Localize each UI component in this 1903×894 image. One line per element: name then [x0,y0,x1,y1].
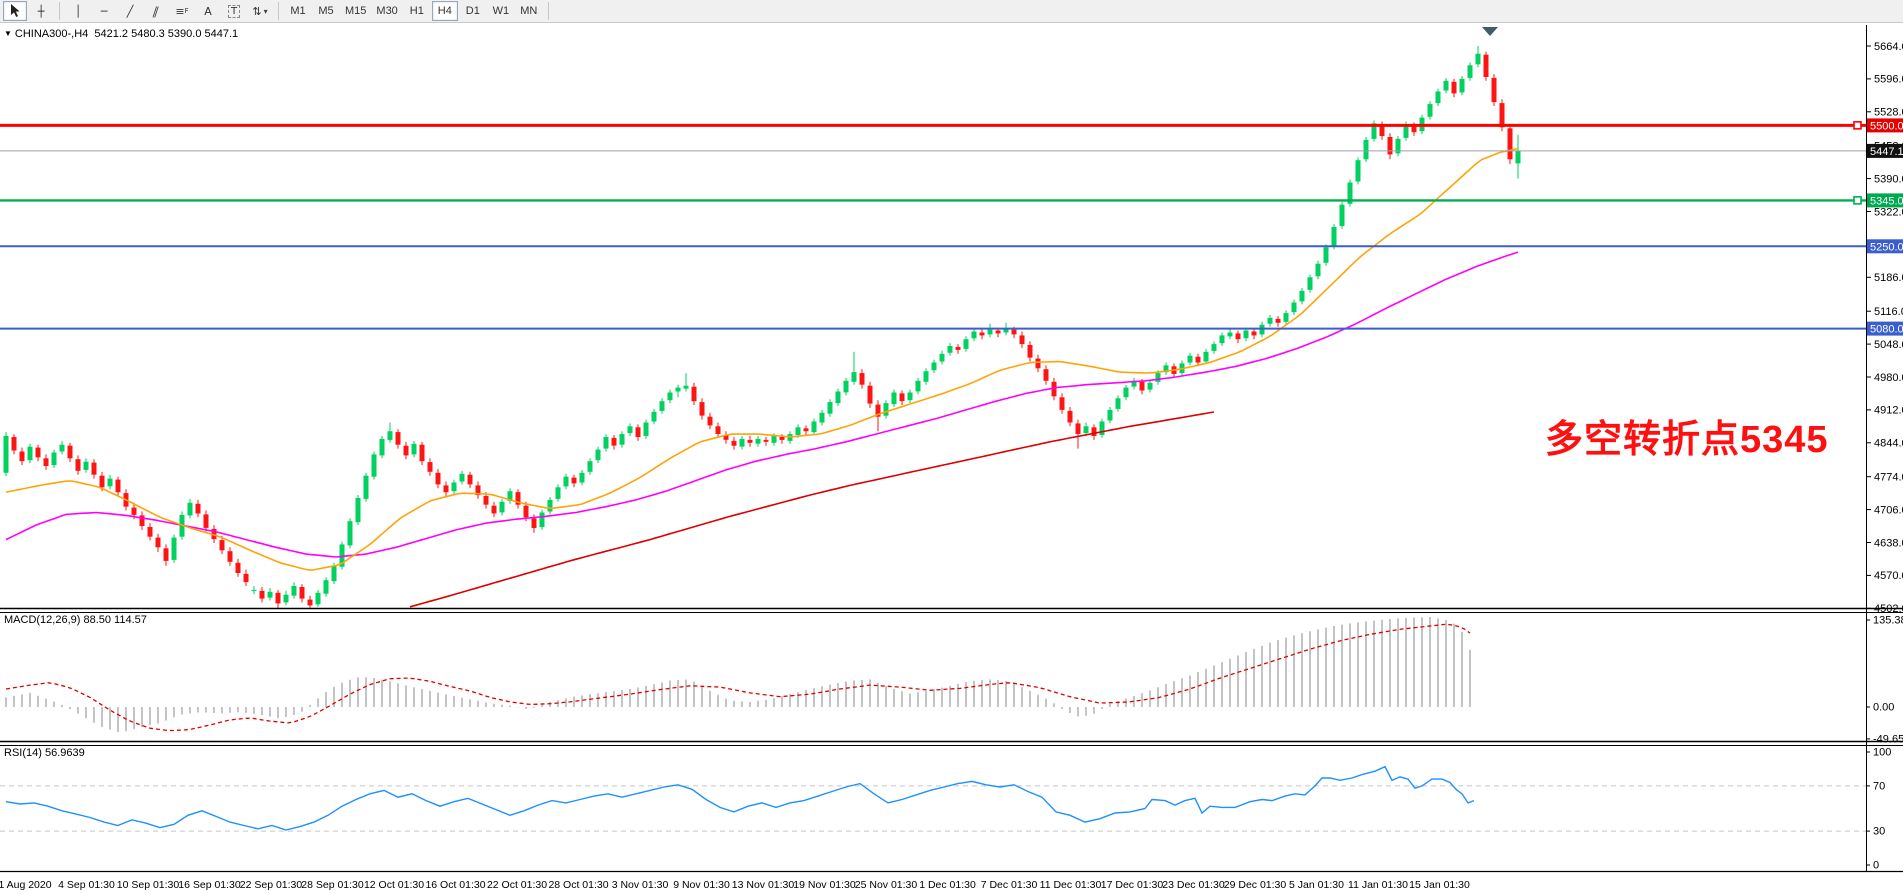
date-label: 13 Nov 01:30 [732,879,795,891]
ma-mid-magenta-line [6,252,1518,557]
macd-signal-line [6,624,1470,730]
date-label: 15 Jan 01:30 [1409,879,1470,891]
price-tick-label: 4570.0 [1874,570,1903,582]
date-label: 25 Nov 01:30 [855,879,918,891]
rsi-tick-label: 100 [1873,747,1891,759]
date-label: 1 Aug 2020 [0,879,52,891]
date-label: 11 Dec 01:30 [1040,879,1102,891]
date-label: 17 Dec 01:30 [1101,879,1164,891]
price-badge-label: 5080.0 [1870,324,1903,336]
macd-tick-label: 135.38 [1873,615,1903,627]
price-tick-label: 5528.0 [1874,107,1903,119]
price-tick-label: 5322.0 [1874,206,1903,218]
rsi-tick-label: 30 [1873,826,1885,838]
price-badge-label: 5250.0 [1870,241,1903,253]
price-tick-label: 4980.0 [1874,372,1903,384]
price-tick-label: 5186.0 [1874,272,1903,284]
price-tick-label: 5048.0 [1874,339,1903,351]
price-tick-label: 5116.0 [1874,306,1903,318]
chart-text-annotation[interactable]: 多空转折点5345 [1545,408,1829,463]
date-label: 19 Nov 01:30 [793,879,856,891]
symbol-ohlc: 5421.2 5480.3 5390.0 5447.1 [94,28,238,40]
price-badge-label: 5500.0 [1870,120,1903,132]
date-label: 1 Dec 01:30 [919,879,976,891]
date-label: 28 Sep 01:30 [301,879,364,891]
candlestick-series [4,46,1521,608]
price-badge-label: 5447.1 [1870,146,1903,158]
rsi-tick-label: 70 [1873,780,1885,792]
ma-fast-orange-line [6,149,1518,571]
price-tick-label: 5664.0 [1874,41,1903,53]
date-label: 7 Dec 01:30 [981,879,1038,891]
price-tick-label: 4502.0 [1874,603,1903,615]
price-tick-label: 5390.0 [1874,173,1903,185]
date-label: 12 Oct 01:30 [364,879,424,891]
date-label: 16 Sep 01:30 [178,879,241,891]
date-label: 23 Dec 01:30 [1162,879,1225,891]
price-tick-label: 4706.0 [1874,504,1903,516]
price-tick-label: 4774.0 [1874,472,1903,484]
arrow-down-marker[interactable] [1482,27,1498,36]
date-label: 3 Nov 01:30 [612,879,669,891]
price-tick-label: 5596.0 [1874,74,1903,86]
symbol-name: CHINA300-,H4 [15,28,88,40]
date-axis[interactable]: 1 Aug 2020 4 Sep 01:3010 Sep 01:3016 Sep … [0,879,1470,891]
symbol-dropdown-icon[interactable]: ▼ [4,29,12,38]
date-label: 11 Jan 01:30 [1348,879,1408,891]
date-label: 9 Nov 01:30 [673,879,730,891]
price-tick-label: 4912.0 [1874,405,1903,417]
line-handle-5345[interactable] [1854,197,1861,204]
macd-tick-label: 0.00 [1873,702,1894,714]
symbol-title: ▼CHINA300-,H4 5421.2 5480.3 5390.0 5447.… [4,28,238,40]
ma-slow-red-line [410,412,1214,607]
rsi-indicator-label: RSI(14) 56.9639 [4,747,85,759]
date-label: 22 Oct 01:30 [487,879,547,891]
date-label: 4 Sep 01:30 [58,879,115,891]
date-label: 16 Oct 01:30 [425,879,485,891]
date-label: 5 Jan 01:30 [1289,879,1344,891]
date-label: 29 Dec 01:30 [1224,879,1287,891]
price-tick-label: 4844.0 [1874,438,1903,450]
macd-histogram [6,617,1470,732]
line-handle-5500[interactable] [1854,122,1861,129]
date-label: 10 Sep 01:30 [117,879,180,891]
price-tick-label: 4638.0 [1874,537,1903,549]
date-label: 28 Oct 01:30 [548,879,608,891]
macd-tick-label: -49.65 [1873,733,1903,745]
price-badge-label: 5345.0 [1870,195,1903,207]
rsi-tick-label: 0 [1873,860,1879,872]
rsi-line [6,767,1474,830]
date-label: 22 Sep 01:30 [240,879,303,891]
macd-indicator-label: MACD(12,26,9) 88.50 114.57 [4,614,147,626]
trading-terminal-window: ┼│─╱∥≡FAT⇅▾ M1M5M15M30H1H4D1W1MN ▼CHINA3… [0,0,1903,894]
